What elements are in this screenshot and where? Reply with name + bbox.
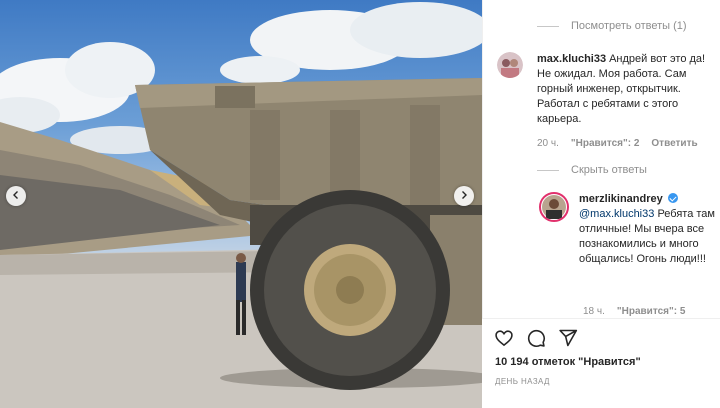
prev-photo-button[interactable] [6,186,26,206]
comment-username[interactable]: merzlikinandrey [579,193,663,205]
comment-time: 18 ч. [583,306,605,317]
comment-icon[interactable] [526,328,546,353]
view-replies-label: Посмотреть ответы (1) [571,20,687,32]
heart-icon[interactable] [494,328,514,353]
action-icons [494,328,578,353]
likes-count[interactable]: 10 194 отметок "Нравится" [495,356,641,368]
comment-username[interactable]: max.kluchi33 [537,53,606,65]
share-icon[interactable] [558,328,578,353]
comment-likes[interactable]: "Нравится": 2 [571,138,640,149]
next-photo-button[interactable] [454,186,474,206]
reply-item: merzlikinandrey @max.kluchi33 Ребята там… [539,192,715,267]
post-date: ДЕНЬ НАЗАД [495,377,550,386]
reply-button[interactable]: Ответить [651,138,697,149]
comment-body: merzlikinandrey @max.kluchi33 Ребята там… [579,192,715,267]
divider [537,169,559,171]
post-photo [0,0,482,408]
comment-item: max.kluchi33 Андрей вот это да! Не ожидал… [497,52,713,127]
comment-meta: 18 ч. "Нравится": 5 [583,306,685,317]
hide-replies-label: Скрыть ответы [571,164,647,176]
hide-replies-button[interactable]: Скрыть ответы [537,164,647,176]
verified-badge-icon [667,193,678,203]
view-replies-button[interactable]: Посмотреть ответы (1) [537,20,687,32]
mention-link[interactable]: @max.kluchi33 [579,208,654,220]
comment-meta: 20 ч. "Нравится": 2 Ответить [537,138,698,149]
comment-likes[interactable]: "Нравится": 5 [617,306,686,317]
avatar[interactable] [497,52,523,78]
dump-truck-photo [0,2,482,408]
comment-time: 20 ч. [537,138,559,149]
comment-body: max.kluchi33 Андрей вот это да! Не ожидал… [537,52,713,127]
post-actions: 10 194 отметок "Нравится" ДЕНЬ НАЗАД [482,318,720,408]
chevron-right-icon [459,187,469,205]
avatar[interactable] [539,192,569,222]
chevron-left-icon [11,187,21,205]
divider [537,25,559,27]
